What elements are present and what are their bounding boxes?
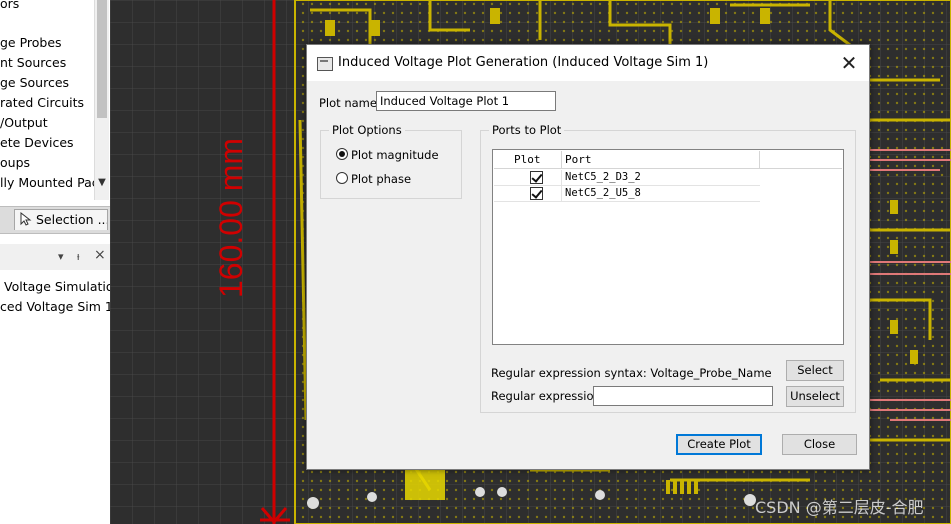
plot-cell xyxy=(494,170,562,186)
dimension-label: 160.00 mm xyxy=(213,137,249,298)
regex-input[interactable] xyxy=(593,386,773,406)
tree-scrollbar[interactable]: ▼ xyxy=(94,0,109,200)
chevron-down-icon[interactable]: ▼ xyxy=(95,176,109,190)
tree-item[interactable]: /Output xyxy=(0,113,48,133)
plot-checkbox[interactable] xyxy=(530,187,543,200)
watermark: CSDN @第二层皮-合肥 xyxy=(755,498,924,517)
regex-syntax-label: Regular expression syntax: Voltage_Probe… xyxy=(491,366,772,380)
checkmark-icon xyxy=(531,187,543,199)
create-plot-button[interactable]: Create Plot xyxy=(676,434,762,455)
tab-selection-label: Selection ... xyxy=(36,212,108,227)
column-header-port[interactable]: Port xyxy=(562,151,760,169)
plot-phase-radio[interactable] xyxy=(336,172,348,184)
plot-magnitude-label[interactable]: Plot magnitude xyxy=(351,148,439,162)
scrollbar-thumb[interactable] xyxy=(97,0,107,118)
plot-cell xyxy=(494,186,562,202)
unselect-button[interactable]: Unselect xyxy=(786,386,844,407)
plot-magnitude-radio[interactable] xyxy=(336,148,348,160)
tree-item[interactable]: nt Sources xyxy=(0,53,66,73)
plot-phase-label[interactable]: Plot phase xyxy=(351,172,411,186)
tab-selection[interactable]: Selection ... xyxy=(14,209,108,230)
port-cell: NetC5_2_U5_8 xyxy=(562,186,760,202)
tree-item[interactable]: ge Sources xyxy=(0,73,69,93)
ports-to-plot-legend: Ports to Plot xyxy=(489,123,565,137)
dialog-titlebar[interactable]: Induced Voltage Plot Generation (Induced… xyxy=(307,45,869,81)
tree-item[interactable]: rated Circuits xyxy=(0,93,84,113)
port-cell: NetC5_2_D3_2 xyxy=(562,170,760,186)
tree-item[interactable]: ge Probes xyxy=(0,33,62,53)
window-icon xyxy=(317,57,333,71)
table-row[interactable]: NetC5_2_D3_2 xyxy=(494,170,760,186)
plot-checkbox[interactable] xyxy=(530,171,543,184)
tree-item[interactable]: ete Devices xyxy=(0,133,74,153)
panel-tab-strip: Selection ... xyxy=(0,206,110,234)
checkmark-icon xyxy=(531,171,543,183)
project-panel: ors ge Probes nt Sources ge Sources rate… xyxy=(0,0,111,524)
close-icon[interactable]: ✕ xyxy=(837,51,861,75)
dropdown-icon[interactable]: ▾ xyxy=(58,250,64,263)
plot-name-label: Plot name: xyxy=(319,96,381,110)
selection-icon xyxy=(20,212,32,226)
induced-voltage-plot-dialog: Induced Voltage Plot Generation (Induced… xyxy=(306,44,870,470)
table-row[interactable]: NetC5_2_U5_8 xyxy=(494,186,760,202)
sim-panel-header: ▾ ᵼ × xyxy=(0,244,110,270)
column-header-filler xyxy=(760,151,842,169)
tree-item[interactable]: ors xyxy=(0,0,19,14)
tree-item[interactable]: oups xyxy=(0,153,30,173)
plot-name-input[interactable]: Induced Voltage Plot 1 xyxy=(376,91,556,111)
column-header-plot[interactable]: Plot xyxy=(494,151,562,169)
dialog-title: Induced Voltage Plot Generation (Induced… xyxy=(338,55,709,70)
close-icon[interactable]: × xyxy=(94,247,106,263)
plot-options-group: Plot Options Plot magnitude Plot phase xyxy=(320,123,462,199)
regex-label: Regular expression: xyxy=(491,389,605,403)
tree-item[interactable]: Voltage Simulation xyxy=(4,277,110,297)
tree-item[interactable]: ced Voltage Sim 1 xyxy=(0,297,110,317)
sim-tree: Voltage Simulation ced Voltage Sim 1 xyxy=(0,276,110,524)
select-button[interactable]: Select xyxy=(786,360,844,381)
plot-options-legend: Plot Options xyxy=(329,123,405,137)
close-button[interactable]: Close xyxy=(782,434,857,455)
tree-item[interactable]: lly Mounted Pac xyxy=(0,173,99,193)
ports-table[interactable]: Plot Port NetC5_2_D3_2 NetC5_2_U5_8 xyxy=(492,149,844,345)
pin-icon[interactable]: ᵼ xyxy=(77,250,79,263)
